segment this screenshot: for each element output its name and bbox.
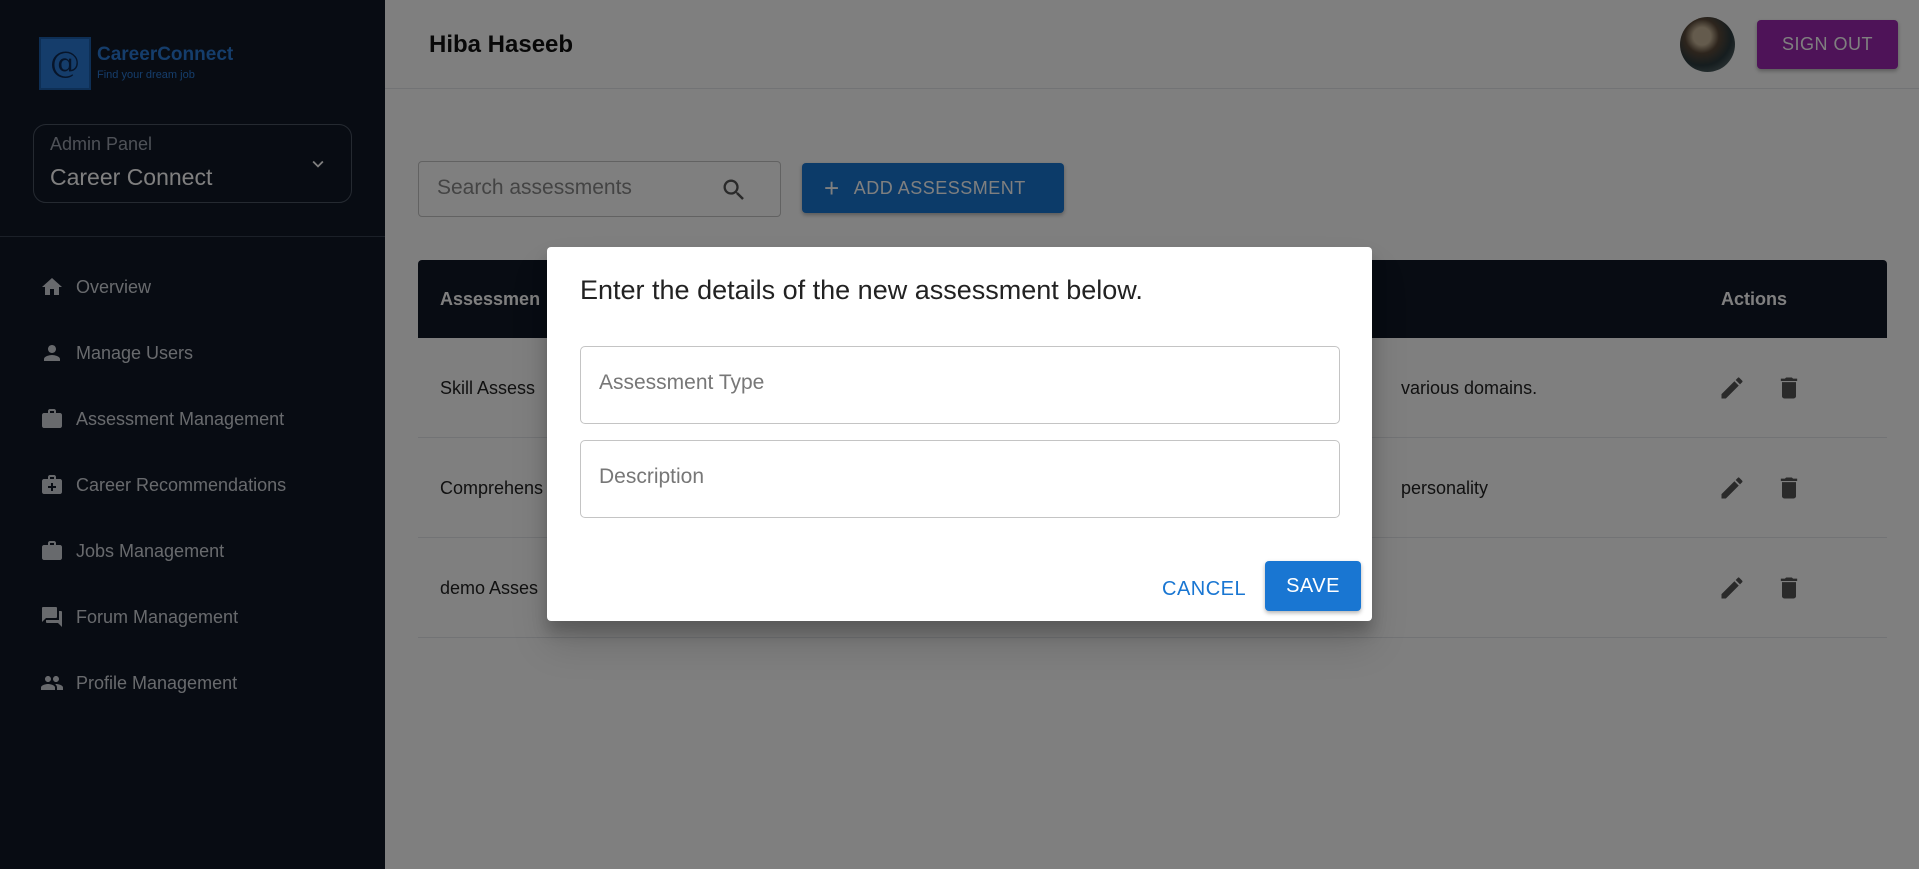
cancel-button[interactable]: CANCEL [1150,568,1258,611]
add-assessment-dialog: Enter the details of the new assessment … [547,247,1372,621]
description-field [580,440,1340,518]
dialog-title: Enter the details of the new assessment … [580,275,1143,305]
save-button[interactable]: SAVE [1265,561,1361,611]
description-input[interactable] [599,465,1319,489]
assessment-type-input[interactable] [599,371,1319,395]
assessment-type-field [580,346,1340,424]
